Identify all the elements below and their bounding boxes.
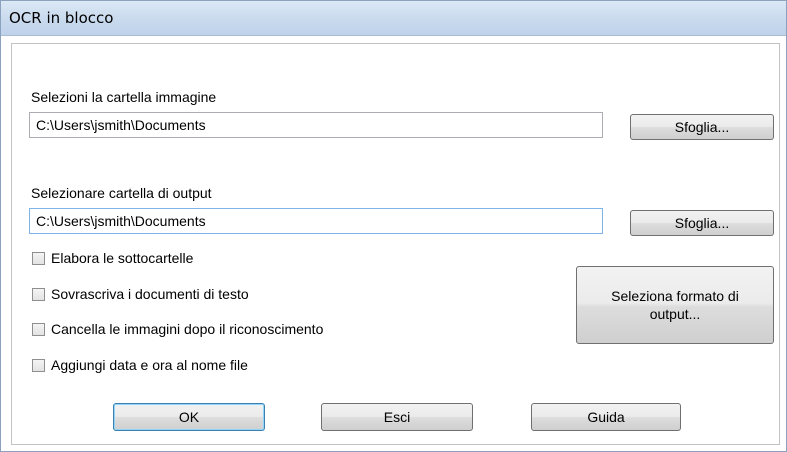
select-output-format-button[interactable]: Seleziona formato di output... — [576, 266, 774, 344]
output-folder-label: Selezionare cartella di output — [31, 185, 212, 201]
browse-image-folder-button[interactable]: Sfoglia... — [630, 114, 774, 140]
browse-output-folder-button[interactable]: Sfoglia... — [630, 210, 774, 236]
window-title: OCR in blocco — [9, 9, 114, 27]
help-button[interactable]: Guida — [531, 403, 681, 431]
exit-label: Esci — [383, 409, 411, 425]
option-add-date-time[interactable]: Aggiungi data e ora al nome file — [32, 357, 248, 373]
option-overwrite-text-docs[interactable]: Sovrascriva i documenti di testo — [32, 286, 249, 302]
browse-image-folder-label: Sfoglia... — [674, 119, 730, 135]
image-folder-label: Selezioni la cartella immagine — [31, 89, 217, 105]
add-date-time-label: Aggiungi data e ora al nome file — [51, 357, 248, 373]
exit-button[interactable]: Esci — [321, 403, 473, 431]
browse-output-folder-label: Sfoglia... — [674, 215, 730, 231]
help-label: Guida — [587, 409, 625, 425]
overwrite-text-docs-label: Sovrascriva i documenti di testo — [51, 286, 249, 302]
image-folder-field[interactable]: C:\Users\jsmith\Documents — [29, 112, 603, 138]
add-date-time-checkbox[interactable] — [32, 358, 45, 372]
delete-images-label: Cancella le immagini dopo il riconoscime… — [51, 321, 324, 337]
output-folder-field[interactable]: C:\Users\jsmith\Documents — [29, 208, 603, 234]
title-bar[interactable]: OCR in blocco — [1, 1, 786, 36]
option-delete-images[interactable]: Cancella le immagini dopo il riconoscime… — [32, 321, 323, 337]
select-output-format-line2: output... — [649, 306, 701, 322]
ocr-batch-dialog: OCR in blocco Selezioni la cartella imma… — [0, 0, 787, 452]
select-output-format-line1: Seleziona formato di — [611, 288, 739, 304]
delete-images-checkbox[interactable] — [32, 322, 45, 336]
process-subfolders-label: Elabora le sottocartelle — [51, 250, 194, 266]
overwrite-text-docs-checkbox[interactable] — [32, 287, 45, 301]
process-subfolders-checkbox[interactable] — [32, 251, 45, 265]
dialog-body: Selezioni la cartella immagine C:\Users\… — [11, 43, 780, 445]
ok-label: OK — [178, 409, 200, 425]
option-process-subfolders[interactable]: Elabora le sottocartelle — [32, 250, 193, 266]
ok-button[interactable]: OK — [113, 403, 265, 431]
